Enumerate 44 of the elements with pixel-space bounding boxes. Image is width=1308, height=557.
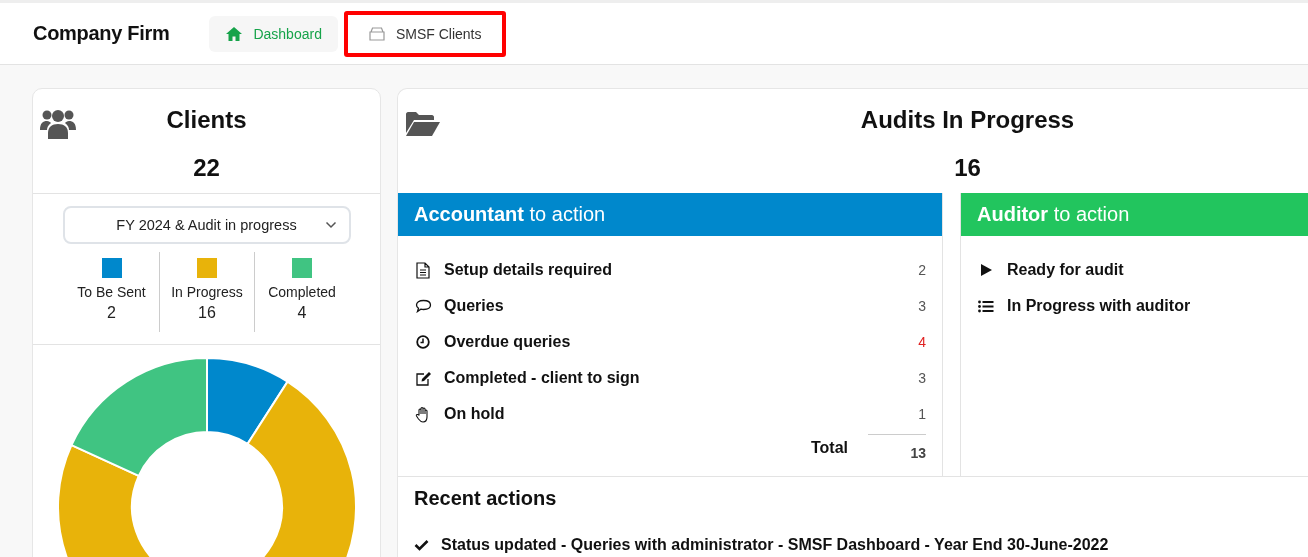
legend-label: Completed <box>268 284 336 300</box>
status-link[interactable]: In Progress with auditor <box>1007 297 1308 315</box>
legend-label: To Be Sent <box>77 284 146 300</box>
status-link[interactable]: Setup details required <box>444 261 907 279</box>
folder-icon <box>405 111 441 137</box>
card-title: Audits In Progress <box>860 106 1075 134</box>
status-count: 2 <box>918 262 926 278</box>
legend-value: 4 <box>297 304 307 322</box>
status-link[interactable]: Queries <box>444 297 907 315</box>
audit-count: 16 <box>954 154 981 182</box>
clock-icon <box>416 335 430 349</box>
document-icon <box>416 261 430 279</box>
panel-header: Accountant to action <box>398 193 942 236</box>
section-title: Recent actions <box>414 487 558 510</box>
chevron-down-icon <box>324 221 337 229</box>
status-count: 3 <box>918 298 926 314</box>
status-link[interactable]: Overdue queries <box>444 333 907 351</box>
company-name: Company Firm <box>33 22 170 45</box>
client-count: 22 <box>193 154 220 182</box>
legend-value: 16 <box>198 304 216 322</box>
status-link[interactable]: Completed - client to sign <box>444 369 907 387</box>
panel-header: Auditor to action <box>961 193 1308 236</box>
check-icon <box>414 539 429 551</box>
status-link[interactable]: Ready for audit <box>1007 261 1308 279</box>
card-title: Clients <box>166 106 247 134</box>
status-link[interactable]: On hold <box>444 405 907 423</box>
status-count: 4 <box>918 334 926 350</box>
nav-tab[interactable]: SMSF Clients <box>343 10 506 57</box>
speech-bubble-icon <box>414 299 432 313</box>
total-value: 13 <box>868 434 926 461</box>
action-entry: Status updated - Queries with administrator - SMSF Dashboard - Year End 30-June-2022 <box>441 536 1109 554</box>
status-count: 3 <box>918 370 926 386</box>
hand-icon <box>415 405 431 423</box>
play-icon <box>979 263 993 277</box>
home-icon <box>225 25 244 42</box>
list-icon <box>978 299 994 313</box>
status-count: 1 <box>918 406 926 422</box>
legend-label: In Progress <box>171 284 243 300</box>
users-icon <box>40 108 76 140</box>
legend-value: 2 <box>107 304 116 322</box>
tray-icon <box>367 25 386 42</box>
edit-icon <box>414 370 432 386</box>
filter-dropdown[interactable]: FY 2024 & Audit in progress <box>62 206 351 244</box>
total-label: Total <box>810 438 848 457</box>
